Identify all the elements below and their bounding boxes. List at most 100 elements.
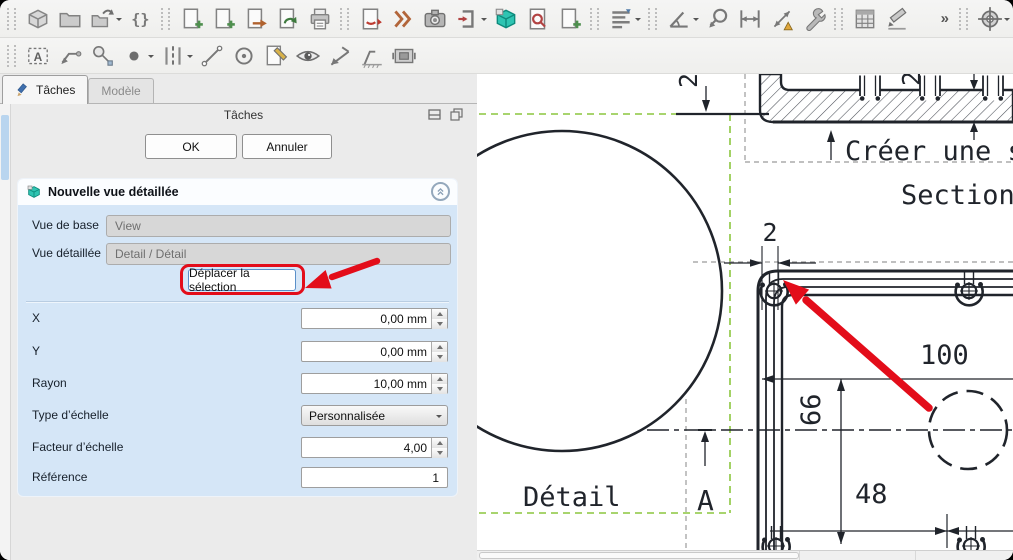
centerline-icon[interactable] xyxy=(158,42,195,70)
tab-model-label: Modèle xyxy=(101,84,140,98)
panel-scrollbar-handle[interactable] xyxy=(1,115,9,180)
axis-target-icon[interactable] xyxy=(975,5,1012,33)
y-spinner[interactable] xyxy=(431,342,447,361)
repair-dimension-icon[interactable] xyxy=(799,5,829,33)
chevron-up-icon xyxy=(434,185,447,198)
panel-scrollbar[interactable] xyxy=(0,104,11,560)
cancel-button[interactable]: Annuler xyxy=(242,134,332,159)
welding-symbol-icon[interactable] xyxy=(325,42,355,70)
spin-up-icon[interactable] xyxy=(432,438,447,448)
scale-factor-spinner[interactable] xyxy=(431,438,447,457)
dropdown-caret-icon[interactable] xyxy=(148,55,154,61)
separator xyxy=(26,301,449,303)
toolbar-row1: » xyxy=(0,0,1013,38)
toolbar-drag-handle[interactable] xyxy=(590,8,599,30)
macro-icon[interactable] xyxy=(126,5,156,33)
dropdown-caret-icon[interactable] xyxy=(116,18,122,24)
scrollbar-handle[interactable] xyxy=(479,552,799,559)
print-icon[interactable] xyxy=(305,5,335,33)
radius-dimension-icon[interactable] xyxy=(703,5,733,33)
dropdown-caret-icon[interactable] xyxy=(187,55,193,61)
export-page-icon[interactable] xyxy=(87,5,124,33)
dock-panel-icon[interactable] xyxy=(428,108,441,121)
spin-down-icon[interactable] xyxy=(432,448,447,458)
cosmetic-eraser-icon[interactable] xyxy=(261,42,291,70)
section-text: Section xyxy=(901,180,1013,211)
dropdown-caret-icon[interactable] xyxy=(635,18,641,24)
insert-default-page-icon[interactable] xyxy=(209,5,239,33)
collapse-button[interactable] xyxy=(431,182,450,201)
toolbar-drag-handle[interactable] xyxy=(7,45,16,67)
panel-title: Tâches xyxy=(10,108,477,122)
spin-up-icon[interactable] xyxy=(432,374,447,384)
tab-tasks[interactable]: Tâches xyxy=(2,75,88,104)
draft-annotation-icon[interactable] xyxy=(882,5,912,33)
tab-model[interactable]: Modèle xyxy=(88,78,153,103)
groupbox-header: Nouvelle vue détaillée xyxy=(18,179,457,205)
toggle-invisible-edges-icon[interactable] xyxy=(293,42,323,70)
cosmetic-vertex-icon[interactable] xyxy=(119,42,156,70)
spin-up-icon[interactable] xyxy=(432,309,447,319)
detail-view-icon[interactable] xyxy=(491,5,521,33)
angle-dimension-icon[interactable] xyxy=(664,5,701,33)
reference-input[interactable]: 1 xyxy=(301,467,448,488)
center-circle-icon[interactable] xyxy=(229,42,259,70)
insert-image-icon[interactable] xyxy=(420,5,450,33)
cosmetic-line-icon[interactable] xyxy=(197,42,227,70)
toolbar-drag-handle[interactable] xyxy=(834,8,843,30)
new-page-icon[interactable] xyxy=(177,5,207,33)
dropdown-caret-icon[interactable] xyxy=(481,18,487,24)
annotation-block-icon[interactable] xyxy=(850,5,880,33)
detail-view-icon xyxy=(26,184,42,200)
spin-down-icon[interactable] xyxy=(432,319,447,329)
spreadsheet-view-icon[interactable] xyxy=(523,5,553,33)
drawing-canvas[interactable]: 2 2 Créer une sec Section Détail xyxy=(477,74,1013,560)
surface-finish-icon[interactable] xyxy=(357,42,387,70)
balloon-icon[interactable] xyxy=(87,42,117,70)
toolbar-drag-handle[interactable] xyxy=(340,8,349,30)
redraw-page-icon[interactable] xyxy=(241,5,271,33)
svg-text:2: 2 xyxy=(897,74,926,86)
toolbar-drag-handle[interactable] xyxy=(959,8,968,30)
toolbar-drag-handle[interactable] xyxy=(648,8,657,30)
draft-view-icon[interactable] xyxy=(555,5,585,33)
project-shape-icon[interactable] xyxy=(388,5,418,33)
oblique-dimension-icon[interactable] xyxy=(767,5,797,33)
update-page-icon[interactable] xyxy=(273,5,303,33)
float-panel-icon[interactable] xyxy=(450,108,463,121)
length-dimension-icon[interactable] xyxy=(735,5,765,33)
radius-spinner[interactable] xyxy=(431,374,447,393)
insert-view-icon[interactable] xyxy=(356,5,386,33)
rich-text-annotation-icon[interactable] xyxy=(23,42,53,70)
hole-shaft-fit-icon[interactable] xyxy=(389,42,419,70)
toolbar-drag-handle[interactable] xyxy=(7,8,16,30)
ok-button[interactable]: OK xyxy=(145,134,237,159)
toolbar-overflow-button[interactable]: » xyxy=(935,10,955,27)
detail-view-label: Vue détaillée xyxy=(32,246,101,260)
leader-line-icon[interactable] xyxy=(55,42,85,70)
detail-view-field[interactable]: Detail / Détail xyxy=(106,243,451,265)
chevron-down-icon xyxy=(436,415,442,421)
spin-down-icon[interactable] xyxy=(432,352,447,362)
horizontal-scrollbar[interactable] xyxy=(477,550,1013,560)
y-input[interactable]: 0,00 mm xyxy=(301,341,448,362)
panel-tabbar: Tâches Modèle xyxy=(0,74,477,104)
dropdown-caret-icon[interactable] xyxy=(1004,18,1010,24)
toolbar-drag-handle[interactable] xyxy=(161,8,170,30)
move-selection-button[interactable]: Déplacer la sélection xyxy=(188,269,296,291)
radius-input[interactable]: 10,00 mm xyxy=(301,373,448,394)
techdraw-workbench-icon[interactable] xyxy=(23,5,53,33)
toolbar-row2 xyxy=(0,38,1013,74)
scale-type-combobox[interactable]: Personnalisée xyxy=(301,405,448,426)
base-view-field[interactable]: View xyxy=(106,215,451,237)
spin-up-icon[interactable] xyxy=(432,342,447,352)
clip-group-icon[interactable] xyxy=(452,5,489,33)
x-spinner[interactable] xyxy=(431,309,447,328)
dropdown-caret-icon[interactable] xyxy=(693,18,699,24)
spin-down-icon[interactable] xyxy=(432,384,447,394)
scale-factor-label: Facteur d’échelle xyxy=(32,440,123,454)
scale-factor-input[interactable]: 4,00 xyxy=(301,437,448,458)
open-folder-icon[interactable] xyxy=(55,5,85,33)
x-input[interactable]: 0,00 mm xyxy=(301,308,448,329)
dimension-style-icon[interactable] xyxy=(606,5,643,33)
